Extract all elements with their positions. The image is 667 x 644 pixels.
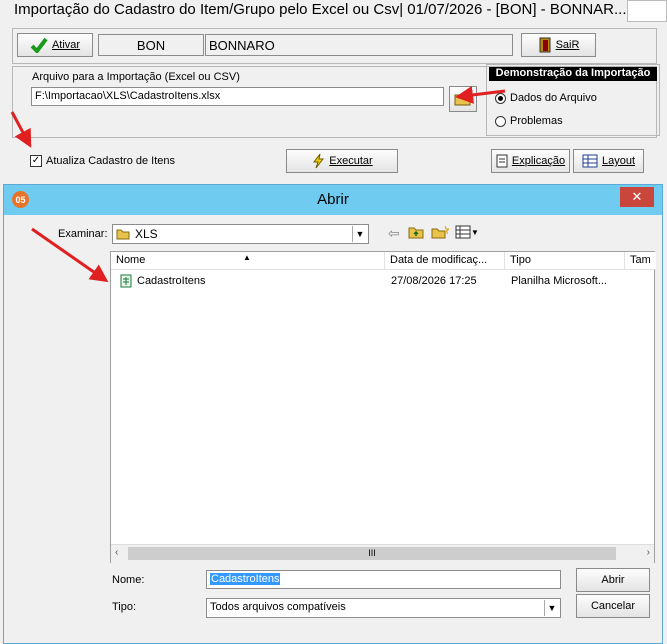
arrow-to-file — [31, 227, 109, 283]
arrow-to-browse — [455, 85, 506, 104]
annotation-arrows — [10, 85, 506, 283]
arrow-to-checkbox — [10, 111, 32, 148]
